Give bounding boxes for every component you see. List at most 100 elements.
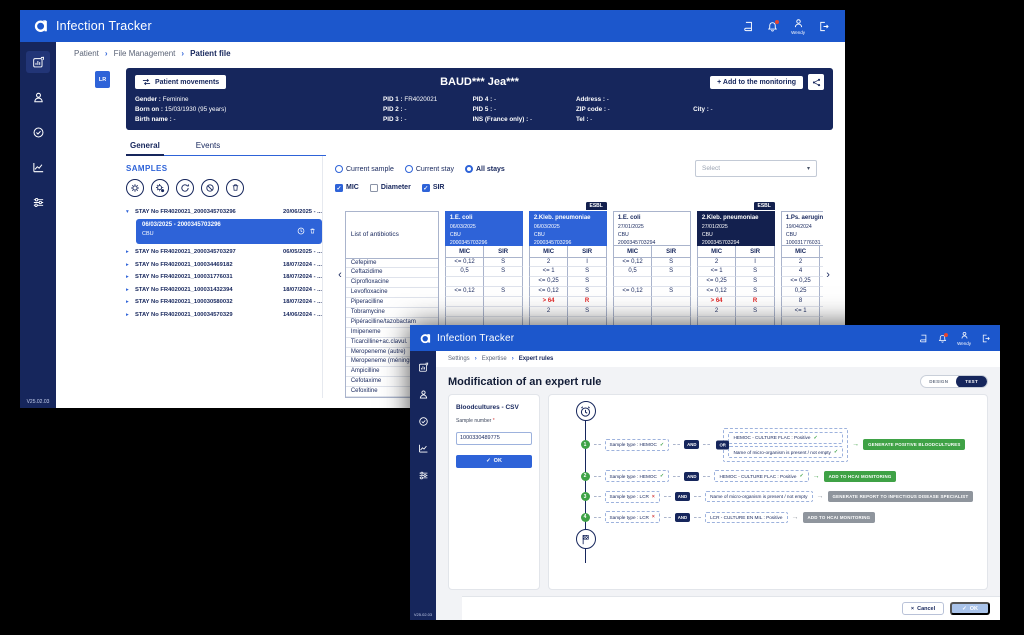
- patient-tabs: General Events: [126, 138, 326, 156]
- share-icon[interactable]: [808, 74, 824, 90]
- sample-number-input[interactable]: [456, 432, 532, 445]
- breadcrumb-item[interactable]: Expert rules: [519, 356, 554, 362]
- sidebar-item-statistics[interactable]: [26, 156, 50, 178]
- checkbox-mic[interactable]: ✓MIC: [335, 184, 359, 192]
- subheader-row: MICSIR: [445, 246, 523, 258]
- radio-current-stay[interactable]: Current stay: [405, 165, 454, 173]
- sidebar-item-quality-badge[interactable]: [414, 413, 432, 429]
- stay-row[interactable]: ▸STAY No FR4020021_10003058003218/07/202…: [126, 296, 322, 309]
- ok-button[interactable]: ✓OK: [950, 602, 990, 615]
- sidebar-item-quality-badge[interactable]: [26, 121, 50, 143]
- notifications-bell-icon[interactable]: [938, 334, 947, 343]
- history-clock-icon[interactable]: [297, 222, 305, 240]
- action-button[interactable]: ADD TO HCAI MONITORING: [824, 471, 897, 482]
- sync-icon[interactable]: [176, 179, 194, 197]
- sidebar-item-settings-sliders[interactable]: [26, 191, 50, 213]
- checkbox-diameter[interactable]: Diameter: [370, 184, 411, 192]
- organism-header[interactable]: 1.E. coli06/03/2025CBU2000345703296: [445, 211, 523, 246]
- design-test-toggle[interactable]: DESIGN TEST: [920, 375, 988, 388]
- action-button[interactable]: ADD TO HCAI MONITORING: [803, 512, 876, 523]
- breadcrumb-item[interactable]: File Management: [114, 49, 176, 58]
- action-button[interactable]: GENERATE REPORT TO INFECTIOUS DISEASE SP…: [828, 491, 974, 502]
- user-menu[interactable]: Wendy: [957, 331, 971, 346]
- scroll-right-icon[interactable]: ›: [823, 269, 833, 281]
- tab-events[interactable]: Events: [192, 138, 224, 155]
- trash-icon[interactable]: [226, 179, 244, 197]
- and-operator[interactable]: AND: [675, 492, 690, 501]
- condition-chip[interactable]: Sample type : HEMOC✓: [605, 439, 670, 451]
- logout-icon[interactable]: [818, 21, 829, 32]
- breadcrumb-item[interactable]: Settings: [448, 356, 470, 362]
- expand-icon[interactable]: ▸: [126, 249, 132, 255]
- trash-icon[interactable]: [309, 222, 316, 240]
- expand-icon[interactable]: ▸: [126, 299, 132, 305]
- condition-chip[interactable]: HEMOC - CULTURE FLAC : Positive✓: [714, 470, 808, 482]
- stay-row[interactable]: ▸STAY No FR4020021_10003446918218/07/202…: [126, 259, 322, 272]
- action-button[interactable]: GENERATE POSITIVE BLOODCULTURES: [863, 439, 965, 450]
- sidebar-item-statistics[interactable]: [414, 440, 432, 456]
- documentation-icon[interactable]: [919, 334, 928, 343]
- select-dropdown[interactable]: Select ▾: [695, 160, 817, 177]
- selected-sample-card[interactable]: 06/03/2025 - 2000345703296CBU: [136, 219, 322, 244]
- condition-chip[interactable]: Sample type : LCR×: [605, 511, 660, 523]
- run-test-ok-button[interactable]: ✓OK: [456, 455, 532, 468]
- radio-current-sample[interactable]: Current sample: [335, 165, 394, 173]
- checkbox-icon: ✓: [335, 184, 343, 192]
- result-row: > 64R: [697, 297, 775, 307]
- organism-header[interactable]: 2.Kleb. pneumoniae27/01/2025CBU200034570…: [697, 211, 775, 246]
- condition-chip[interactable]: Name of micro-organism is present / not …: [728, 446, 843, 458]
- breadcrumb-item[interactable]: Expertise: [482, 356, 507, 362]
- condition-chip[interactable]: Name of micro-organism is present / not …: [705, 491, 812, 502]
- and-operator[interactable]: AND: [675, 513, 690, 522]
- condition-chip[interactable]: HEMOC - CULTURE FLAC : Positive✓: [728, 432, 843, 444]
- or-operator[interactable]: OR: [716, 440, 728, 449]
- side-tab-lr[interactable]: LR: [95, 71, 110, 88]
- user-menu[interactable]: Wendy: [791, 18, 805, 35]
- add-to-monitoring-button[interactable]: + Add to the monitoring: [710, 76, 803, 89]
- breadcrumb-item[interactable]: Patient file: [190, 49, 230, 58]
- expand-icon[interactable]: ▸: [126, 312, 132, 318]
- result-cell: [613, 307, 653, 317]
- stay-row[interactable]: ▸STAY No FR4020021_10003457032914/06/202…: [126, 309, 322, 322]
- stay-row[interactable]: ▸STAY No FR4020021_200034570329706/05/20…: [126, 246, 322, 259]
- bacteria-icon[interactable]: [126, 179, 144, 197]
- condition-chip[interactable]: LCR - CULTURE EN MIL : Positive: [705, 512, 787, 523]
- toggle-test[interactable]: TEST: [956, 375, 987, 388]
- condition-chip[interactable]: Sample type : LCR×: [605, 491, 660, 503]
- stays-list: ▾STAY No FR4020021_200034570329620/06/20…: [126, 206, 322, 322]
- notifications-bell-icon[interactable]: [767, 21, 778, 32]
- tab-general[interactable]: General: [126, 138, 164, 156]
- condition-chip[interactable]: Sample type : HEMOC✓: [605, 470, 670, 482]
- stay-row[interactable]: ▾STAY No FR4020021_200034570329620/06/20…: [126, 206, 322, 219]
- collapse-icon[interactable]: ▾: [126, 209, 132, 215]
- sidebar-item-patients[interactable]: [26, 86, 50, 108]
- patient-movements-button[interactable]: Patient movements: [135, 75, 226, 89]
- result-cell: > 64: [529, 297, 569, 307]
- patient-field: INS (France only) : -: [473, 116, 576, 123]
- and-operator[interactable]: AND: [684, 440, 699, 449]
- documentation-icon[interactable]: [743, 21, 754, 32]
- organism-header[interactable]: 1.Ps. aeruginosa19/04/2024CBU10003177603…: [781, 211, 823, 246]
- and-operator[interactable]: AND: [684, 472, 699, 481]
- stay-row[interactable]: ▸STAY No FR4020021_10003177603118/07/202…: [126, 271, 322, 284]
- checkbox-sir[interactable]: ✓SIR: [422, 184, 445, 192]
- expand-icon[interactable]: ▸: [126, 287, 132, 293]
- cancel-button[interactable]: ×Cancel: [902, 602, 944, 615]
- sidebar-item-dashboard[interactable]: [414, 359, 432, 375]
- logout-icon[interactable]: [981, 334, 990, 343]
- sidebar-item-settings-sliders[interactable]: [414, 467, 432, 483]
- organism-header[interactable]: 2.Kleb. pneumoniae06/03/2025CBU200034570…: [529, 211, 607, 246]
- breadcrumb-item[interactable]: Patient: [74, 49, 99, 58]
- sidebar-item-dashboard[interactable]: [26, 51, 50, 73]
- blocked-icon[interactable]: [201, 179, 219, 197]
- stay-row[interactable]: ▸STAY No FR4020021_10003143239418/07/202…: [126, 284, 322, 297]
- sidebar-item-patients[interactable]: [414, 386, 432, 402]
- organism-header[interactable]: 1.E. coli27/01/2025CBU2000345703294: [613, 211, 691, 246]
- expand-icon[interactable]: ▸: [126, 262, 132, 268]
- scroll-left-icon[interactable]: ‹: [335, 269, 345, 281]
- result-cell: [820, 277, 823, 287]
- expand-icon[interactable]: ▸: [126, 274, 132, 280]
- toggle-design[interactable]: DESIGN: [921, 379, 956, 384]
- radio-all-stays[interactable]: All stays: [465, 165, 505, 173]
- bacteria-sample-icon[interactable]: [151, 179, 169, 197]
